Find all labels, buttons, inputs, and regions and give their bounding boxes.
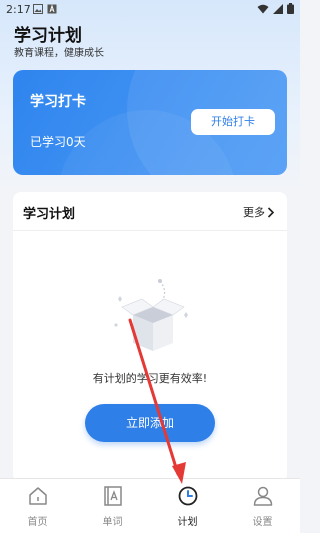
page-title: 学习计划 [14,26,82,46]
checkin-title: 学习打卡 [30,94,86,110]
user-icon [253,486,272,506]
nav-label: 计划 [177,517,198,528]
plan-section-title: 学习计划 [23,207,76,222]
start-checkin-button[interactable]: 开始打卡 [191,109,275,135]
study-days-text: 已学习0天 [30,135,86,149]
status-time: 2:17 [6,3,31,16]
font-icon [47,4,57,14]
checkin-card: 学习打卡 已学习0天 开始打卡 [13,70,287,175]
wifi-icon [257,4,269,13]
page-subtitle: 教育课程，健康成长 [14,48,104,59]
nav-label: 首页 [27,517,48,528]
clock-icon [178,486,197,506]
more-label: 更多 [243,206,265,219]
empty-box-icon [114,279,188,351]
nav-item-settings[interactable]: 设置 [225,479,300,533]
battery-icon [287,3,294,14]
nav-label: 单词 [102,517,123,528]
chevron-right-icon [267,206,275,218]
empty-state-text: 有计划的学习更有效率! [92,372,208,385]
status-bar: 2:17 [0,0,300,20]
study-plan-card: 学习计划 更多 有计划的学习更有效率! 立即添加 [13,192,287,482]
home-icon [28,487,47,505]
nav-item-plan[interactable]: 计划 [150,479,225,533]
add-plan-button[interactable]: 立即添加 [85,404,215,442]
image-icon [33,4,43,14]
word-book-icon [103,486,122,506]
nav-item-words[interactable]: 单词 [75,479,150,533]
nav-item-home[interactable]: 首页 [0,479,75,533]
bottom-nav: 首页 单词 计划 设置 [0,478,300,533]
signal-icon [273,3,283,14]
more-link[interactable]: 更多 [243,204,275,220]
nav-label: 设置 [252,517,273,528]
divider [13,230,287,231]
